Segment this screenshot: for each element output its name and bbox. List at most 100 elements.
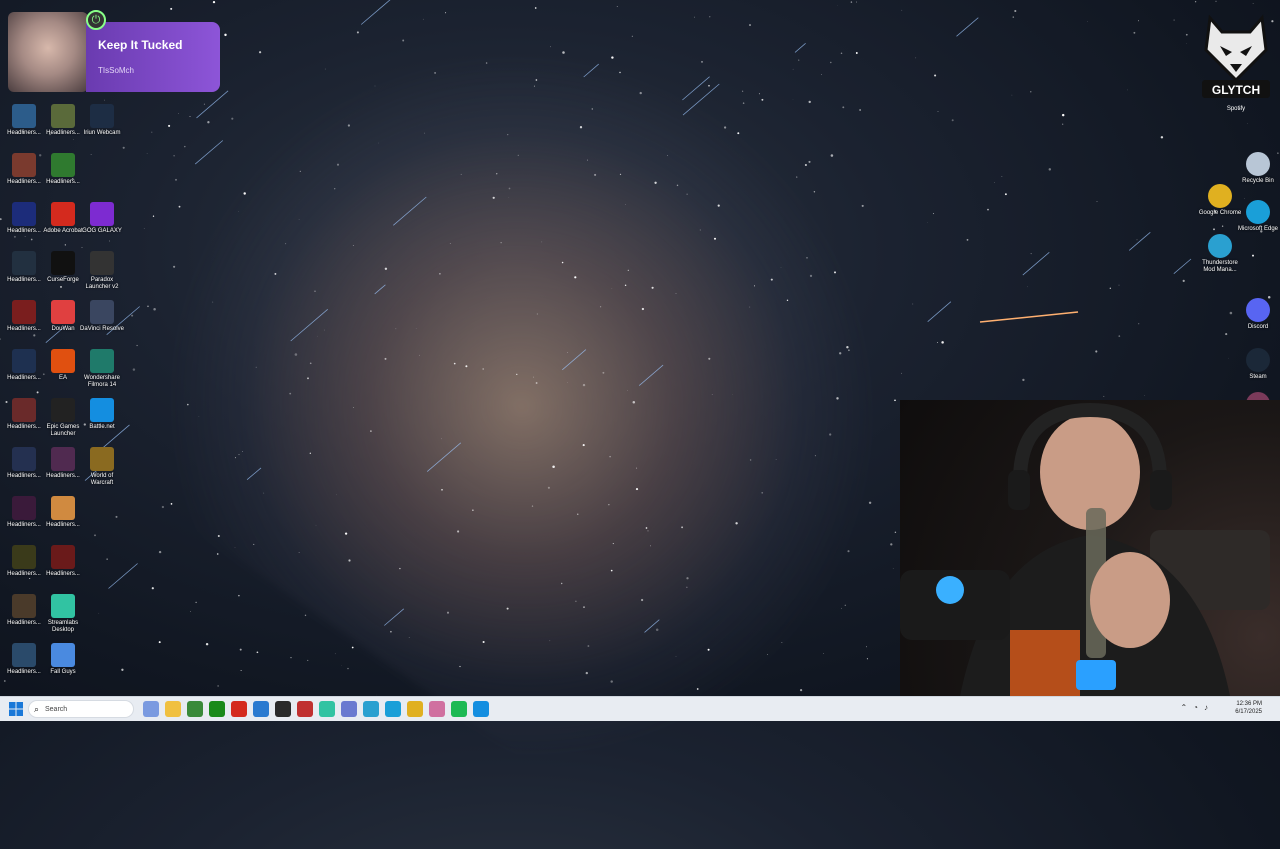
- desktop-shortcut-label: Thunderstore Mod Mana...: [1198, 260, 1242, 274]
- desktop-shortcut[interactable]: DaVinci Resolve: [80, 300, 124, 333]
- discord-icon: [1246, 298, 1270, 322]
- desktop-shortcut[interactable]: Headliners...: [2, 643, 46, 676]
- acrobat-icon: [51, 202, 75, 226]
- search-placeholder: Search: [45, 706, 67, 713]
- game-shortcut-icon: [12, 202, 36, 226]
- desktop-shortcut-label: Adobe Acrobat: [41, 228, 85, 235]
- copilot-icon[interactable]: [143, 701, 159, 717]
- desktop-shortcut[interactable]: Headliners...: [2, 153, 46, 186]
- desktop-shortcut[interactable]: Headliners...: [41, 447, 85, 480]
- desktop-shortcut-label: Headliners...: [2, 130, 46, 137]
- album-art: [8, 12, 88, 92]
- desktop-shortcut[interactable]: GOG GALAXY: [80, 202, 124, 235]
- desktop-shortcut-label: Iriun Webcam: [80, 130, 124, 137]
- pinned-apps: [140, 701, 492, 717]
- obs-icon[interactable]: [275, 701, 291, 717]
- thunderstore-icon[interactable]: [363, 701, 379, 717]
- desktop-shortcut[interactable]: Microsoft Edge: [1236, 200, 1280, 233]
- game-shortcut-icon: [12, 104, 36, 128]
- webcam-icon[interactable]: [341, 701, 357, 717]
- desktop-shortcut[interactable]: Epic Games Launcher: [41, 398, 85, 438]
- desktop-shortcut[interactable]: Headliners...: [2, 594, 46, 627]
- desktop-shortcut-label: Fall Guys: [41, 669, 85, 676]
- start-button[interactable]: [8, 701, 24, 717]
- discord-icon[interactable]: [429, 701, 445, 717]
- desktop-shortcut-label: Wondershare Filmora 14: [80, 375, 124, 389]
- streamlabs-icon[interactable]: [319, 701, 335, 717]
- desktop-shortcut[interactable]: Paradox Launcher v2: [80, 251, 124, 291]
- desktop-shortcut[interactable]: Headliners...: [2, 447, 46, 480]
- chrome-icon: [1208, 184, 1232, 208]
- desktop-shortcut[interactable]: Thunderstore Mod Mana...: [1198, 234, 1242, 274]
- desktop-shortcut[interactable]: Iriun Webcam: [80, 104, 124, 137]
- game-shortcut-icon: [12, 398, 36, 422]
- game-shortcut-icon: [12, 153, 36, 177]
- desktop-shortcut[interactable]: Streamlabs Desktop: [41, 594, 85, 634]
- desktop-shortcut-label: DouWan: [41, 326, 85, 333]
- minecraft-icon[interactable]: [187, 701, 203, 717]
- desktop-shortcut[interactable]: Adobe Acrobat: [41, 202, 85, 235]
- desktop-shortcut[interactable]: Headliners...: [41, 545, 85, 578]
- desktop-shortcut-label: Headliners...: [2, 277, 46, 284]
- desktop-shortcut[interactable]: Battle.net: [80, 398, 124, 431]
- desktop-shortcut[interactable]: Headliners...: [41, 153, 85, 186]
- desktop-shortcut-label: Epic Games Launcher: [41, 424, 85, 438]
- file-explorer-icon[interactable]: [165, 701, 181, 717]
- desktop-shortcut[interactable]: World of Warcraft: [80, 447, 124, 487]
- desktop-shortcut-label: Headliners...: [2, 424, 46, 431]
- ea-icon: [51, 349, 75, 373]
- gog-galaxy-icon: [90, 202, 114, 226]
- acrobat-icon[interactable]: [231, 701, 247, 717]
- game-shortcut-icon: [12, 545, 36, 569]
- song-artist: TIsSoMch: [98, 66, 134, 75]
- desktop-shortcut[interactable]: Headliners...: [41, 104, 85, 137]
- desktop-shortcut[interactable]: Headliners...: [2, 398, 46, 431]
- davinci-icon[interactable]: [297, 701, 313, 717]
- desktop-shortcut[interactable]: Headliners...: [41, 496, 85, 529]
- desktop-shortcut[interactable]: Headliners...: [2, 545, 46, 578]
- desktop-shortcut[interactable]: EA: [41, 349, 85, 382]
- desktop-shortcut-label: Recycle Bin: [1236, 178, 1280, 185]
- battlenet-icon[interactable]: [473, 701, 489, 717]
- webcam-overlay: [900, 400, 1280, 696]
- desktop-shortcut-label: Headliners...: [41, 571, 85, 578]
- song-title: Keep It Tucked: [98, 38, 182, 52]
- desktop-shortcut-label: Discord: [1236, 324, 1280, 331]
- spotify-icon[interactable]: [451, 701, 467, 717]
- desktop-shortcut[interactable]: CurseForge: [41, 251, 85, 284]
- desktop-shortcut[interactable]: Discord: [1236, 298, 1280, 331]
- edge-icon[interactable]: [385, 701, 401, 717]
- desktop-shortcut-label: Paradox Launcher v2: [80, 277, 124, 291]
- xbox-icon[interactable]: [209, 701, 225, 717]
- game-shortcut-icon: [51, 153, 75, 177]
- curseforge-icon: [51, 251, 75, 275]
- desktop-shortcut-label: EA: [41, 375, 85, 382]
- desktop-shortcut[interactable]: Wondershare Filmora 14: [80, 349, 124, 389]
- store-icon[interactable]: [253, 701, 269, 717]
- desktop-shortcut[interactable]: Headliners...: [2, 496, 46, 529]
- desktop-shortcut-label: Headliners...: [2, 179, 46, 186]
- taskbar-search-box[interactable]: ⌕ Search: [28, 700, 134, 718]
- chrome-icon[interactable]: [407, 701, 423, 717]
- game-shortcut-icon: [51, 104, 75, 128]
- desktop-shortcut[interactable]: Steam: [1236, 348, 1280, 381]
- desktop-shortcut[interactable]: Headliners...: [2, 104, 46, 137]
- spotify-label: Spotify: [1200, 106, 1272, 112]
- desktop-shortcut[interactable]: DouWan: [41, 300, 85, 333]
- power-icon: ⏻: [86, 10, 106, 30]
- wifi-icon[interactable]: ◔: [1193, 703, 1198, 712]
- desktop-shortcut[interactable]: Headliners...: [2, 349, 46, 382]
- desktop-shortcut[interactable]: Headliners...: [2, 202, 46, 235]
- chevron-up-icon[interactable]: ⌃: [1180, 703, 1187, 712]
- taskbar-clock[interactable]: 12:36 PM 6/17/2025: [1235, 700, 1262, 716]
- desktop-shortcut[interactable]: Headliners...: [2, 251, 46, 284]
- windows-icon: [8, 701, 24, 717]
- desktop-shortcut-label: Battle.net: [80, 424, 124, 431]
- desktop-shortcut-label: Headliners...: [41, 130, 85, 137]
- desktop-shortcut[interactable]: Headliners...: [2, 300, 46, 333]
- game-shortcut-icon: [12, 300, 36, 324]
- desktop-shortcut[interactable]: Fall Guys: [41, 643, 85, 676]
- volume-icon[interactable]: ♪: [1204, 703, 1208, 712]
- glytch-label: GLYTCH: [1200, 83, 1272, 97]
- desktop-shortcut[interactable]: Recycle Bin: [1236, 152, 1280, 185]
